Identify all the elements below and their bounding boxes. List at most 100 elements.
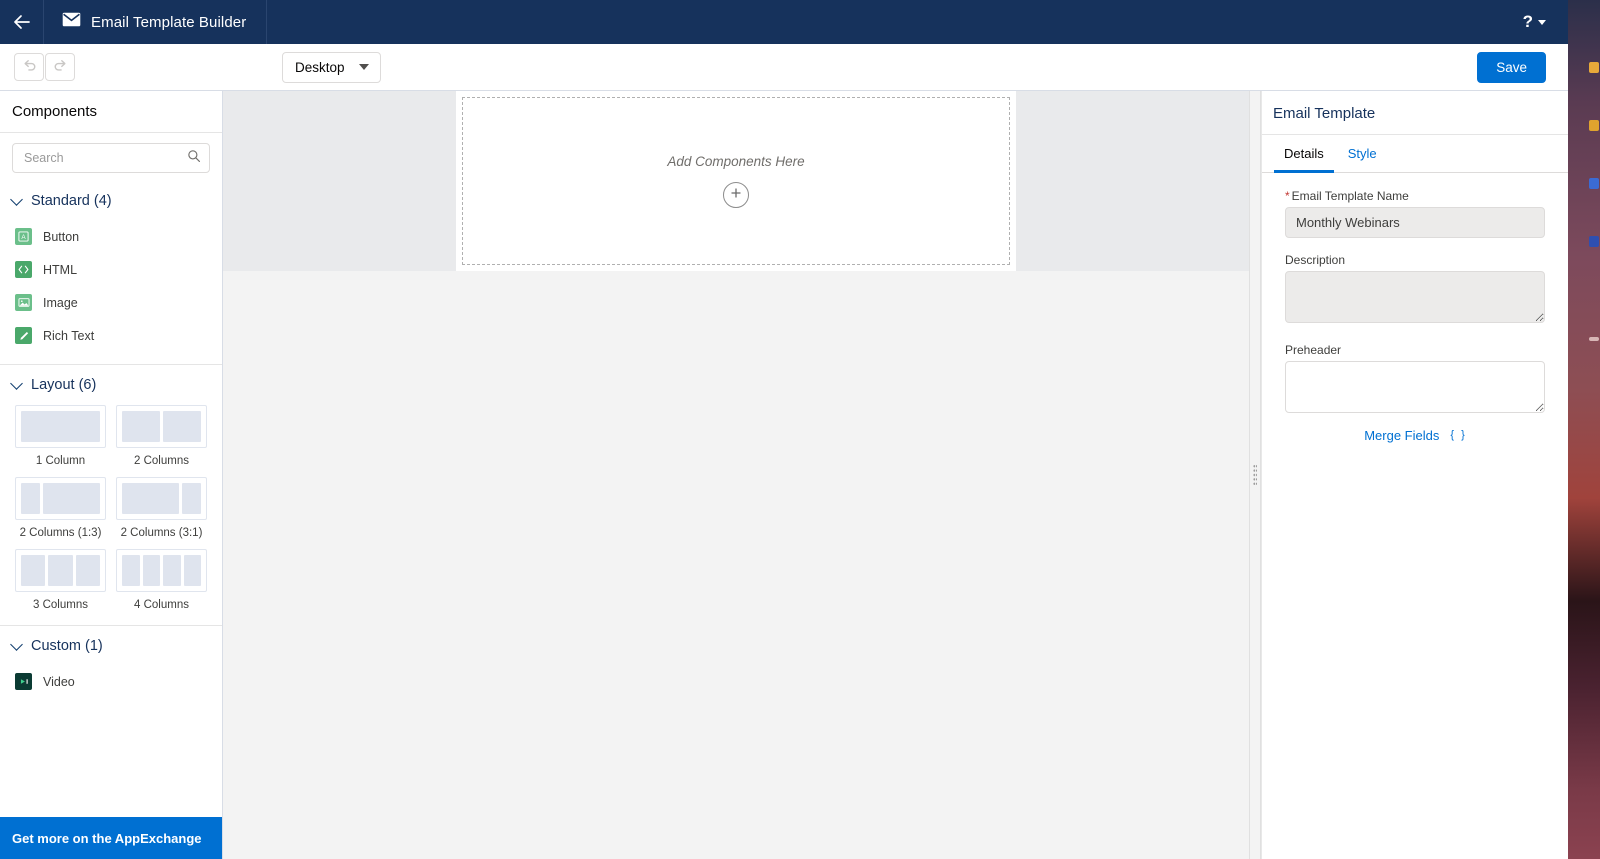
- layout-item-1-column[interactable]: 1 Column: [10, 405, 111, 467]
- section-custom-title: Custom (1): [31, 638, 103, 654]
- question-mark-icon: ?: [1522, 12, 1533, 31]
- component-label: Rich Text: [43, 328, 95, 343]
- layout-thumbnail: [15, 549, 106, 592]
- layout-label: 2 Columns (3:1): [120, 527, 203, 539]
- panel-title: Email Template: [1262, 91, 1568, 135]
- tab-details[interactable]: Details: [1274, 135, 1334, 173]
- desktop-dock: [1586, 0, 1600, 859]
- dock-chip: [1589, 178, 1599, 189]
- field-label: Email Template Name: [1291, 189, 1409, 203]
- layout-thumbnail: [15, 405, 106, 448]
- add-component-button[interactable]: [723, 182, 749, 208]
- header-brand: Email Template Builder: [44, 0, 268, 44]
- help-menu-button[interactable]: ?: [1523, 12, 1568, 32]
- redo-button[interactable]: [45, 53, 75, 81]
- envelope-icon: [62, 12, 81, 32]
- description-textarea[interactable]: [1285, 271, 1545, 323]
- field-label-wrapper: * Email Template Name: [1285, 189, 1545, 203]
- component-item-video[interactable]: Video: [0, 665, 222, 698]
- component-label: Image: [43, 295, 78, 310]
- dock-chip: [1589, 236, 1599, 247]
- layout-thumbnail: [15, 477, 106, 520]
- chevron-down-icon: [10, 376, 23, 390]
- field-label: Preheader: [1285, 343, 1342, 357]
- component-label: Button: [43, 229, 80, 244]
- email-template-properties-panel: Email Template Details Style * Email Temp…: [1261, 91, 1568, 859]
- search-box[interactable]: [12, 143, 210, 173]
- back-button[interactable]: [0, 0, 44, 44]
- search-input[interactable]: [24, 151, 187, 165]
- device-preview-select[interactable]: Desktop: [282, 51, 381, 83]
- plus-icon: [729, 186, 743, 204]
- section-layout: Layout (6) 1 Column 2 Columns 2 Columns …: [0, 365, 222, 626]
- component-item-button[interactable]: A Button: [0, 220, 222, 253]
- layout-item-2-columns[interactable]: 2 Columns: [111, 405, 212, 467]
- section-layout-header[interactable]: Layout (6): [0, 365, 222, 403]
- layout-label: 1 Column: [35, 455, 86, 467]
- email-body-container: Add Components Here: [456, 91, 1016, 271]
- undo-button[interactable]: [14, 53, 44, 81]
- component-item-rich-text[interactable]: Rich Text: [0, 319, 222, 352]
- button-component-icon: A: [15, 228, 32, 245]
- components-panel-title: Components: [0, 91, 222, 133]
- save-button[interactable]: Save: [1477, 51, 1546, 83]
- braces-icon: { }: [1450, 429, 1467, 441]
- email-canvas: Add Components Here: [223, 91, 1249, 859]
- layout-item-2-columns-3-1[interactable]: 2 Columns (3:1): [111, 477, 212, 539]
- dock-chip: [1589, 120, 1599, 131]
- chevron-down-icon: [10, 192, 23, 206]
- chevron-down-icon: [10, 637, 23, 651]
- layout-label: 2 Columns: [134, 455, 189, 467]
- chevron-down-icon: [1538, 19, 1546, 25]
- appexchange-link[interactable]: Get more on the AppExchange: [0, 817, 222, 859]
- component-label: HTML: [43, 262, 78, 277]
- section-custom: Custom (1) Video: [0, 626, 222, 710]
- component-dropzone[interactable]: Add Components Here: [462, 97, 1010, 265]
- section-layout-title: Layout (6): [31, 377, 97, 393]
- svg-text:A: A: [21, 234, 26, 241]
- dock-chip: [1589, 337, 1599, 341]
- components-sidebar: Components Standard (4): [0, 91, 223, 859]
- section-standard: Standard (4) A Button HTML Image Rich Te…: [0, 181, 222, 365]
- panel-body: *Email Template Name Description Prehead…: [1262, 173, 1568, 449]
- email-template-name-input[interactable]: [1285, 207, 1545, 238]
- section-custom-header[interactable]: Custom (1): [0, 626, 222, 664]
- section-standard-header[interactable]: Standard (4): [0, 181, 222, 219]
- drag-handle-icon: [1253, 464, 1257, 486]
- panel-tabs: Details Style: [1262, 135, 1568, 173]
- required-indicator: *: [1285, 189, 1290, 203]
- panel-resize-handle[interactable]: [1249, 91, 1261, 859]
- page-title: Email Template Builder: [91, 13, 247, 31]
- preheader-textarea[interactable]: [1285, 361, 1545, 413]
- layout-item-4-columns[interactable]: 4 Columns: [111, 549, 212, 611]
- video-component-icon: [15, 673, 32, 690]
- device-preview-value: Desktop: [295, 59, 345, 75]
- layout-label: 3 Columns: [33, 599, 88, 611]
- chevron-down-icon: [358, 64, 369, 70]
- merge-fields-button[interactable]: Merge Fields { }: [1351, 421, 1480, 449]
- merge-fields-label: Merge Fields: [1364, 427, 1440, 443]
- component-label: Video: [43, 674, 75, 689]
- redo-icon: [53, 57, 68, 77]
- search-wrapper: [0, 133, 222, 181]
- email-template-builder-window: Email Template Builder ? Desktop Save Co…: [0, 0, 1568, 859]
- component-item-html[interactable]: HTML: [0, 253, 222, 286]
- global-header: Email Template Builder ?: [0, 0, 1568, 44]
- layout-thumbnail: [116, 477, 207, 520]
- tab-style[interactable]: Style: [1338, 135, 1387, 173]
- layout-label: 4 Columns: [134, 599, 189, 611]
- html-component-icon: [15, 261, 32, 278]
- layout-item-3-columns[interactable]: 3 Columns: [10, 549, 111, 611]
- layout-thumbnail: [116, 549, 207, 592]
- search-icon[interactable]: [187, 149, 201, 168]
- field-email-template-name: * Email Template Name: [1285, 189, 1545, 238]
- undo-icon: [22, 57, 37, 77]
- field-label: Description: [1285, 253, 1346, 267]
- layout-label: 2 Columns (1:3): [19, 527, 102, 539]
- rich-text-component-icon: [15, 327, 32, 344]
- field-description: Description: [1285, 253, 1545, 328]
- layout-item-2-columns-1-3[interactable]: 2 Columns (1:3): [10, 477, 111, 539]
- builder-toolbar: Desktop Save: [0, 44, 1568, 91]
- standard-component-list: A Button HTML Image Rich Text: [0, 219, 222, 364]
- component-item-image[interactable]: Image: [0, 286, 222, 319]
